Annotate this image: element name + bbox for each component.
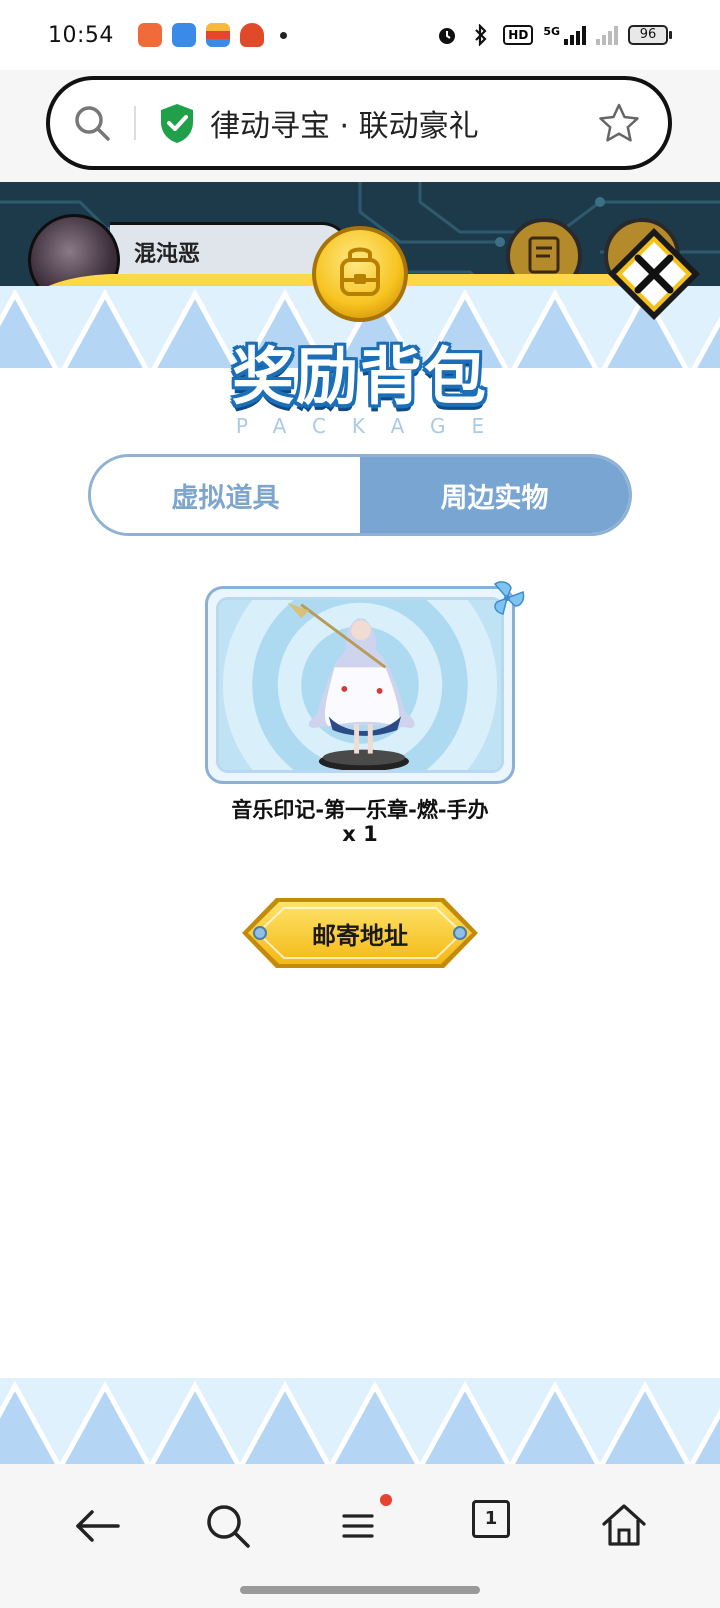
search-icon[interactable] xyxy=(72,103,112,143)
tab-virtual-items[interactable]: 虚拟道具 xyxy=(91,457,360,533)
battery-icon: 96 xyxy=(628,25,672,45)
alarm-icon xyxy=(435,24,459,46)
item-image-frame xyxy=(216,597,504,773)
triangle-pattern-bottom xyxy=(0,1378,720,1468)
search-nav-icon[interactable] xyxy=(200,1498,256,1554)
divider xyxy=(134,106,136,140)
secure-shield-icon xyxy=(161,104,193,143)
menu-notification-dot xyxy=(380,1494,392,1506)
reward-item-card[interactable] xyxy=(205,586,515,784)
package-tabs: 虚拟道具 周边实物 xyxy=(88,454,632,536)
reward-package-panel xyxy=(0,268,720,1470)
app-notification-icon xyxy=(205,23,230,47)
notification-icons xyxy=(137,23,287,47)
battery-level: 96 xyxy=(628,25,668,45)
network-type-label: 5G xyxy=(543,25,560,38)
item-name: 音乐印记-第一乐章-燃-手办 xyxy=(231,798,489,822)
hd-voice-icon: HD xyxy=(503,25,534,45)
player-name: 混沌恶 xyxy=(134,242,201,267)
figure-image xyxy=(219,600,501,770)
menu-icon[interactable] xyxy=(330,1498,386,1554)
mailing-address-label: 邮寄地址 xyxy=(312,922,408,950)
more-notifications-icon xyxy=(279,31,287,39)
app-notification-icon xyxy=(171,23,196,47)
item-quantity: x 1 xyxy=(342,822,378,846)
bookmark-star-icon[interactable] xyxy=(598,102,640,144)
app-notification-icon xyxy=(239,23,264,47)
home-icon[interactable] xyxy=(596,1498,652,1554)
bluetooth-icon xyxy=(469,24,493,46)
backpack-icon xyxy=(312,226,408,322)
signal-5g-icon: 5G xyxy=(543,25,586,45)
tab-physical-merch[interactable]: 周边实物 xyxy=(360,457,629,533)
browser-bottom-nav: 1 xyxy=(0,1464,720,1608)
browser-toolbar: 律动寻宝 · 联动豪礼 xyxy=(0,70,720,182)
panel-title: 奖励背包 xyxy=(231,340,488,413)
status-time: 10:54 xyxy=(48,22,114,48)
panel-subtitle: PACKAGE xyxy=(235,414,511,438)
app-notification-icon xyxy=(137,23,162,47)
tabs-button[interactable]: 1 xyxy=(472,1500,510,1538)
page-title: 律动寻宝 · 联动豪礼 xyxy=(210,109,479,144)
fan-badge-icon xyxy=(493,581,525,615)
back-icon[interactable] xyxy=(70,1498,126,1554)
gesture-home-bar[interactable] xyxy=(240,1586,480,1594)
close-button[interactable] xyxy=(604,224,704,324)
status-bar: 10:54 HD 5G 96 xyxy=(0,0,720,70)
address-bar[interactable]: 律动寻宝 · 联动豪礼 xyxy=(46,76,672,170)
signal-sim2-icon xyxy=(596,25,618,45)
